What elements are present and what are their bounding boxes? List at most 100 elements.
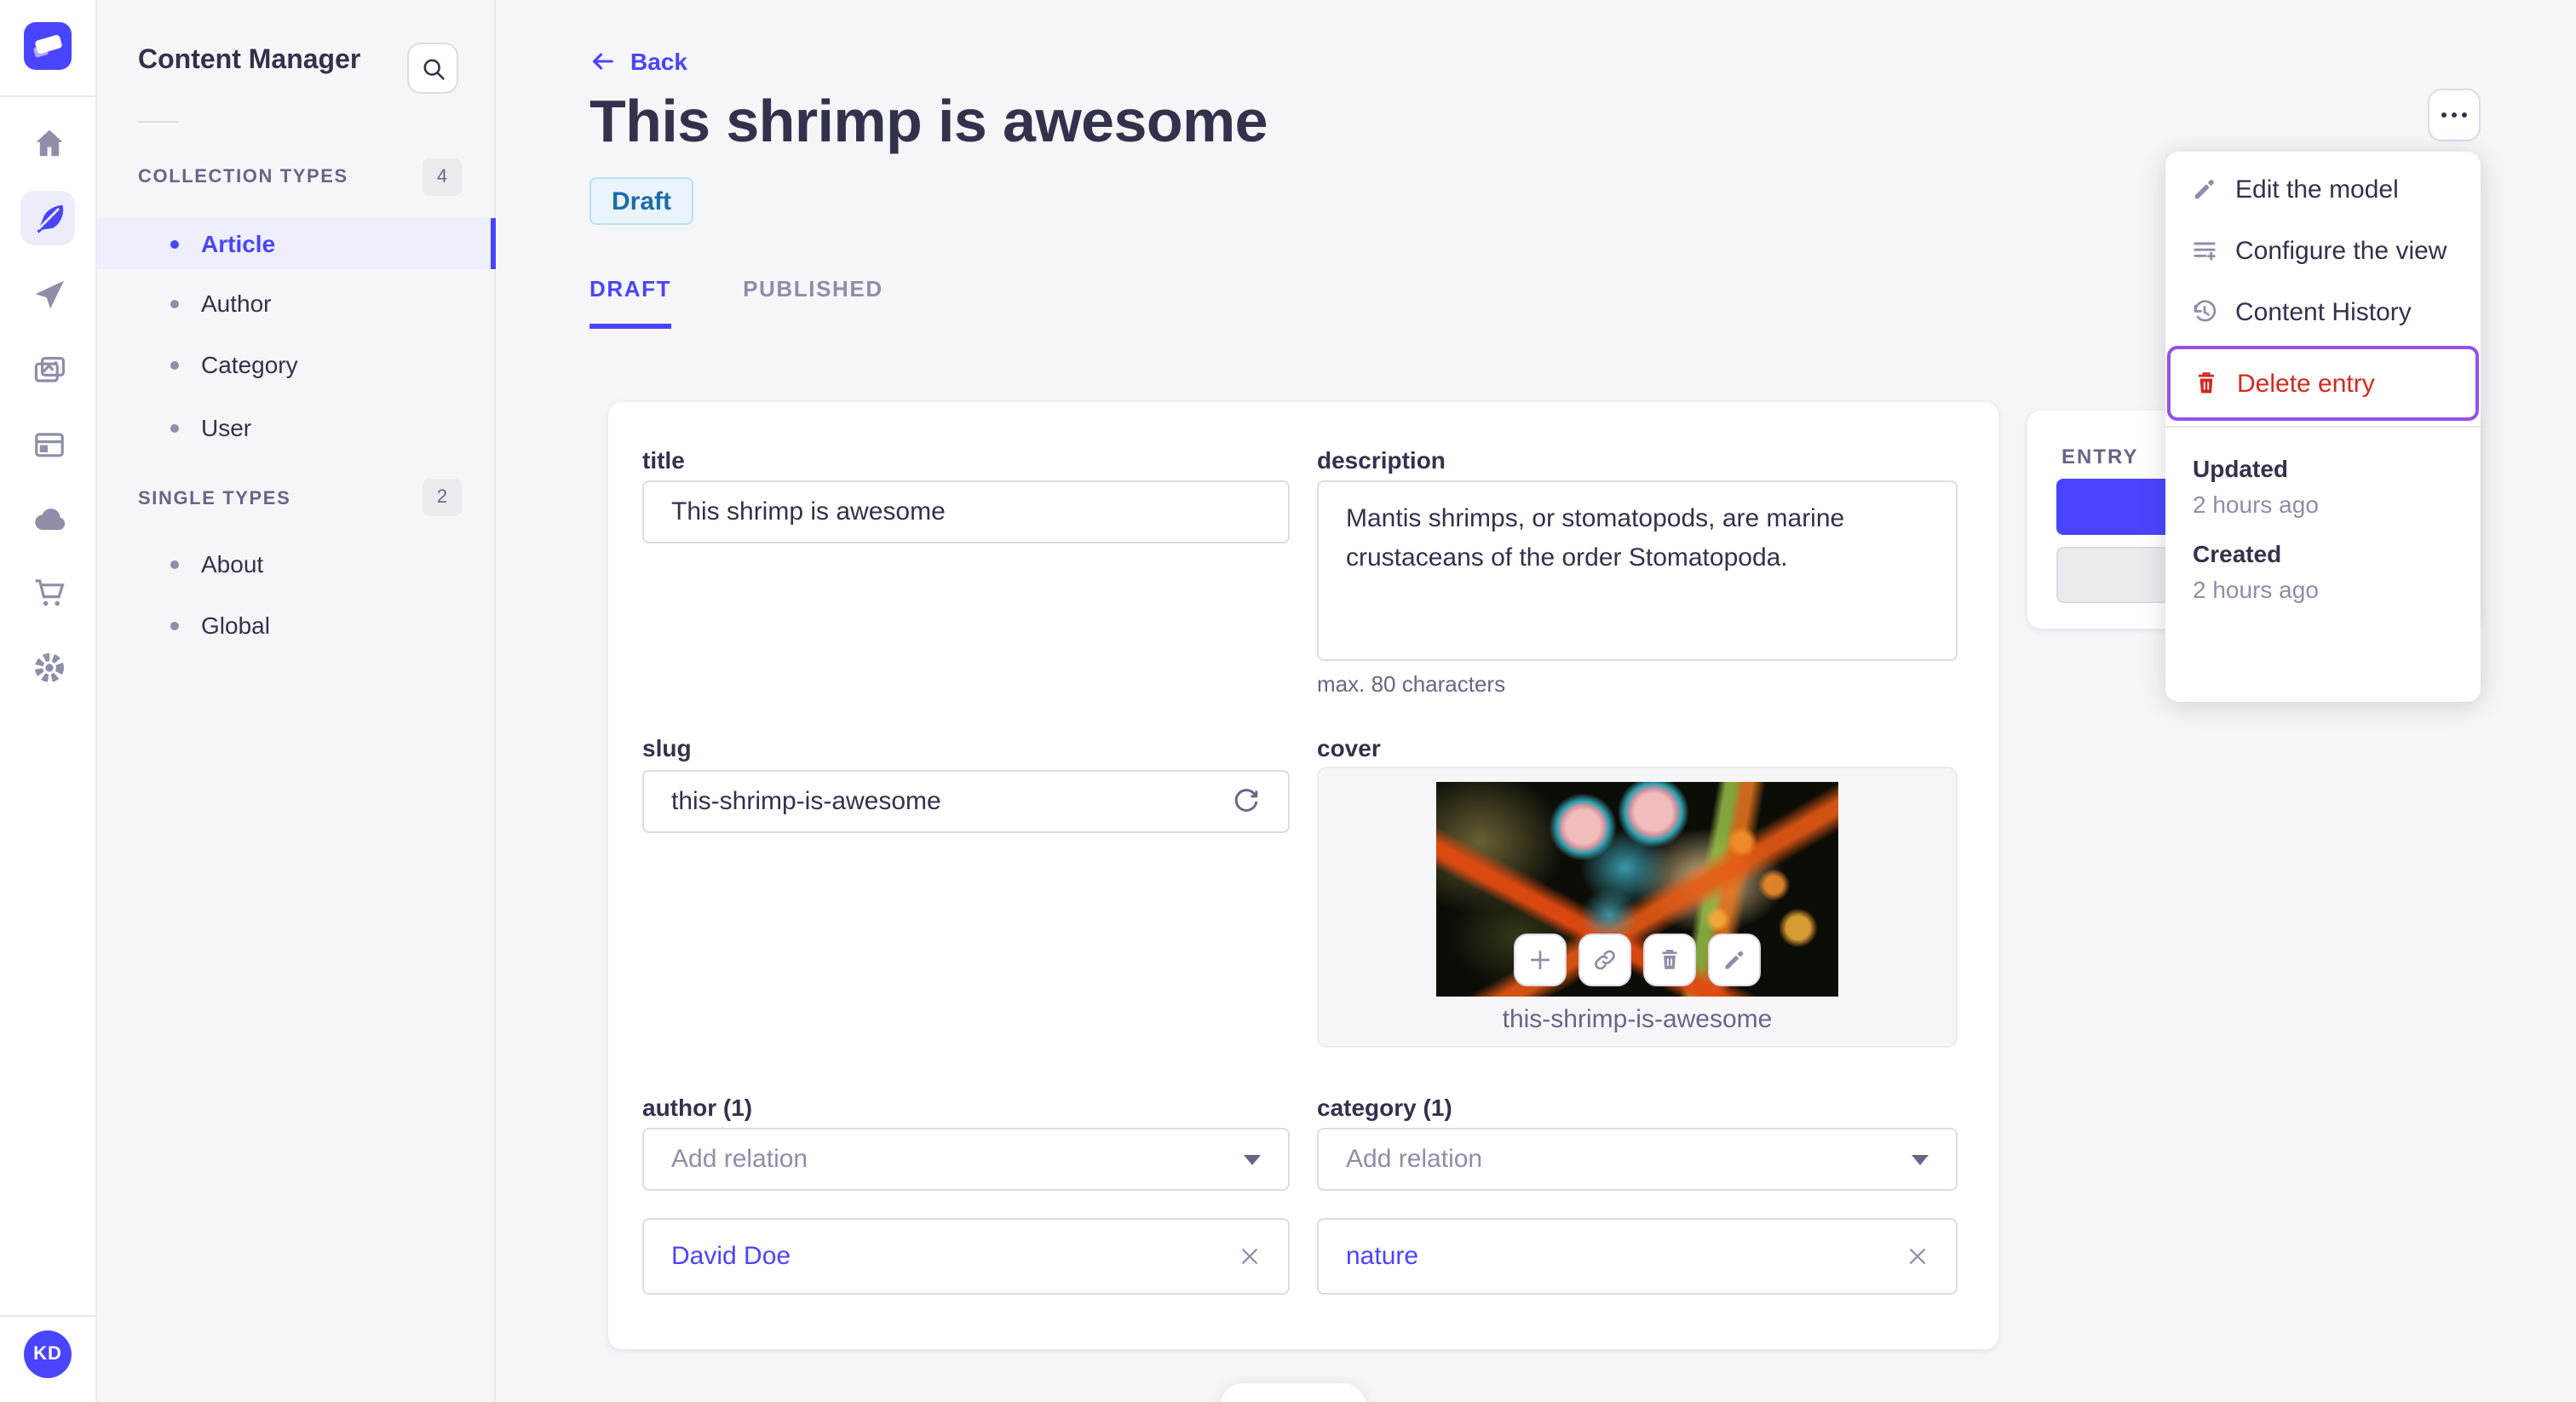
trash-icon <box>2198 372 2215 394</box>
add-icon <box>1530 950 1550 970</box>
trash-icon <box>1662 950 1677 969</box>
menu-item-configure-view[interactable]: Configure the view <box>2165 220 2481 281</box>
link-icon <box>1595 950 1615 970</box>
created-label: Created <box>2193 540 2282 567</box>
single-types-heading: SINGLE TYPES <box>138 489 291 509</box>
collection-types-count-badge: 4 <box>423 158 462 196</box>
more-actions-button[interactable] <box>2428 89 2481 141</box>
bullet-icon <box>170 423 179 432</box>
relation-link[interactable]: nature <box>1346 1242 1418 1271</box>
updated-label: Updated <box>2193 455 2288 482</box>
sidebar-item-category[interactable]: Category <box>97 339 496 390</box>
sidebar-item-label: About <box>201 550 264 577</box>
status-badge: Draft <box>589 177 694 225</box>
close-icon[interactable] <box>1906 1245 1929 1267</box>
tab-published[interactable]: PUBLISHED <box>743 276 883 329</box>
cover-actions <box>1514 934 1761 986</box>
search-icon <box>423 58 444 79</box>
menu-item-edit-model[interactable]: Edit the model <box>2165 158 2481 220</box>
media-library-icon[interactable] <box>0 353 97 387</box>
menu-footer: Updated 2 hours ago Created 2 hours ago <box>2165 428 2481 702</box>
relation-link[interactable]: David Doe <box>671 1242 791 1271</box>
tab-draft[interactable]: DRAFT <box>589 276 672 329</box>
sidebar-item-about[interactable]: About <box>97 538 496 589</box>
icon-rail: KD <box>0 0 97 1402</box>
close-icon[interactable] <box>1239 1245 1261 1267</box>
entry-panel-title: ENTRY <box>2061 445 2139 468</box>
strapi-app: KD Content Manager COLLECTION TYPES 4 Ar… <box>0 0 2576 1402</box>
description-hint: max. 80 characters <box>1317 671 1506 697</box>
back-link[interactable]: Back <box>589 48 687 75</box>
content-manager-sidebar: Content Manager COLLECTION TYPES 4 Artic… <box>97 0 496 1402</box>
search-button[interactable] <box>407 43 458 94</box>
home-icon[interactable] <box>0 126 97 160</box>
more-actions-menu: Edit the model Configure the view Conten… <box>2165 152 2481 702</box>
user-avatar[interactable]: KD <box>24 1330 72 1378</box>
menu-item-label: Delete entry <box>2237 369 2375 398</box>
title-label: title <box>642 446 685 474</box>
content-type-builder-icon[interactable] <box>0 428 97 462</box>
deploy-cloud-icon[interactable] <box>0 503 97 537</box>
author-placeholder: Add relation <box>671 1145 808 1174</box>
page-title: This shrimp is awesome <box>589 89 1268 155</box>
menu-item-delete-entry[interactable]: Delete entry <box>2167 346 2479 421</box>
title-input[interactable]: This shrimp is awesome <box>642 480 1290 543</box>
sidebar-item-label: Category <box>201 351 298 378</box>
slug-input[interactable]: this-shrimp-is-awesome <box>642 770 1290 833</box>
add-media-button[interactable] <box>1514 934 1567 986</box>
rail-divider <box>0 95 97 97</box>
delete-media-button[interactable] <box>1643 934 1696 986</box>
menu-item-label: Configure the view <box>2235 236 2447 265</box>
author-relation-select[interactable]: Add relation <box>642 1128 1290 1191</box>
sidebar-item-author[interactable]: Author <box>97 278 496 329</box>
created-value: 2 hours ago <box>2193 576 2319 603</box>
menu-item-content-history[interactable]: Content History <box>2165 281 2481 342</box>
single-types-count-badge: 2 <box>423 479 462 516</box>
sidebar-item-label: Author <box>201 290 272 317</box>
menu-item-label: Edit the model <box>2235 175 2399 204</box>
category-relation-item: nature <box>1317 1218 1958 1295</box>
author-label: author (1) <box>642 1094 753 1121</box>
bullet-icon <box>170 239 179 248</box>
settings-gear-icon[interactable] <box>0 651 97 685</box>
pencil-icon <box>2194 179 2215 199</box>
sidebar-item-label: User <box>201 414 252 441</box>
rail-divider <box>0 1315 97 1317</box>
category-relation-select[interactable]: Add relation <box>1317 1128 1958 1191</box>
releases-send-icon[interactable] <box>0 278 97 312</box>
regenerate-icon[interactable] <box>1232 787 1261 816</box>
marketplace-cart-icon[interactable] <box>0 576 97 610</box>
category-label: category (1) <box>1317 1094 1452 1121</box>
edit-form-panel: title This shrimp is awesome description… <box>608 402 1998 1349</box>
sidebar-item-user[interactable]: User <box>97 402 496 453</box>
bullet-icon <box>170 621 179 629</box>
menu-item-label: Content History <box>2235 297 2412 326</box>
chevron-down-icon <box>1244 1154 1261 1164</box>
floating-toolbar-pill[interactable] <box>1220 1383 1366 1402</box>
sidebar-item-article[interactable]: Article <box>97 218 496 269</box>
edit-media-button[interactable] <box>1708 934 1761 986</box>
sidebar-item-global[interactable]: Global <box>97 600 496 651</box>
sidebar-divider <box>138 121 179 123</box>
bullet-icon <box>170 360 179 369</box>
slug-value: this-shrimp-is-awesome <box>671 787 941 816</box>
description-textarea[interactable]: Mantis shrimps, or stomatopods, are mari… <box>1317 480 1958 661</box>
cover-field: this-shrimp-is-awesome <box>1317 767 1958 1048</box>
slug-label: slug <box>642 734 692 761</box>
description-label: description <box>1317 446 1446 474</box>
author-relation-item: David Doe <box>642 1218 1290 1295</box>
history-clock-icon <box>2194 300 2217 322</box>
pencil-icon <box>1725 951 1744 969</box>
strapi-logo[interactable] <box>24 22 72 70</box>
cover-label: cover <box>1317 734 1381 761</box>
arrow-left-icon <box>593 53 613 70</box>
cover-caption: this-shrimp-is-awesome <box>1502 1005 1773 1034</box>
sidebar-title: Content Manager <box>138 46 361 75</box>
configure-list-icon <box>2194 242 2216 261</box>
copy-link-button[interactable] <box>1578 934 1631 986</box>
content-feather-icon[interactable] <box>0 201 97 235</box>
bullet-icon <box>170 299 179 307</box>
version-tabs: DRAFT PUBLISHED <box>589 276 883 329</box>
sidebar-item-label: Article <box>201 230 276 257</box>
bullet-icon <box>170 560 179 568</box>
